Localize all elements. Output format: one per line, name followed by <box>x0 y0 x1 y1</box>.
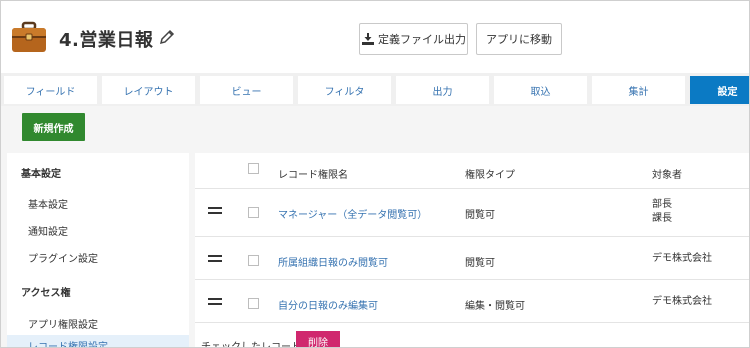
tab-view[interactable]: ビュー <box>200 76 293 104</box>
tab-field[interactable]: フィールド <box>4 76 97 104</box>
sidebar-group-basic: 基本設定 <box>21 169 61 180</box>
column-header-type: 権限タイプ <box>465 170 515 181</box>
select-all-checkbox[interactable] <box>248 163 259 174</box>
header: 4.営業日報 定義ファイル出力 アプリに移動 <box>1 1 749 73</box>
sidebar-item-app-permissions[interactable]: アプリ権限設定 <box>28 316 98 331</box>
row-checkbox[interactable] <box>248 255 259 266</box>
column-header-name: レコード権限名 <box>278 170 348 181</box>
drag-handle-icon[interactable] <box>208 298 222 306</box>
column-header-target: 対象者 <box>652 170 682 181</box>
tab-filter[interactable]: フィルタ <box>298 76 391 104</box>
tab-aggregate[interactable]: 集計 <box>592 76 685 104</box>
sidebar-item-notification-settings[interactable]: 通知設定 <box>28 223 68 238</box>
delete-button[interactable]: 削除 <box>296 331 340 347</box>
target-line: 部長 <box>652 199 672 210</box>
permission-type: 閲覧可 <box>465 210 495 221</box>
permission-target: デモ株式会社 <box>652 295 712 309</box>
tab-output[interactable]: 出力 <box>396 76 489 104</box>
drag-handle-icon[interactable] <box>208 255 222 263</box>
tab-bar: フィールド レイアウト ビュー フィルタ 出力 取込 集計 設定 <box>1 73 749 106</box>
permission-name-link[interactable]: 自分の日報のみ編集可 <box>278 297 378 312</box>
permission-name-link[interactable]: マネージャー（全データ閲覧可） <box>278 206 427 221</box>
app-frame: 4.営業日報 定義ファイル出力 アプリに移動 フィールド レイアウト ビュー フ… <box>0 0 750 348</box>
row-checkbox[interactable] <box>248 298 259 309</box>
new-create-button[interactable]: 新規作成 <box>22 113 85 141</box>
record-permission-table: レコード権限名 権限タイプ 対象者 マネージャー（全データ閲覧可） 閲覧可 部長… <box>195 153 749 347</box>
permission-type: 編集・閲覧可 <box>465 301 525 312</box>
pencil-icon[interactable] <box>158 28 176 46</box>
permission-target: デモ株式会社 <box>652 252 712 266</box>
table-row: 所属組織日報のみ閲覧可 閲覧可 デモ株式会社 <box>195 236 749 279</box>
table-row: 自分の日報のみ編集可 編集・閲覧可 デモ株式会社 <box>195 279 749 322</box>
export-definition-button[interactable]: 定義ファイル出力 <box>359 23 468 55</box>
tab-settings[interactable]: 設定 <box>690 76 749 104</box>
permission-target: 部長 課長 <box>652 198 672 226</box>
permission-name-link[interactable]: 所属組織日報のみ閲覧可 <box>278 254 388 269</box>
sidebar-item-label: レコード権限設定 <box>28 342 108 348</box>
target-line: デモ株式会社 <box>652 296 712 307</box>
table-row: マネージャー（全データ閲覧可） 閲覧可 部長 課長 <box>195 188 749 231</box>
sidebar-item-basic-settings[interactable]: 基本設定 <box>28 196 68 211</box>
export-label: 定義ファイル出力 <box>378 33 466 46</box>
app-title: 4.営業日報 <box>59 30 154 51</box>
target-line: 課長 <box>652 213 672 224</box>
download-icon <box>362 33 374 45</box>
move-to-app-button[interactable]: アプリに移動 <box>476 23 562 55</box>
drag-handle-icon[interactable] <box>208 207 222 215</box>
sidebar-item-plugin-settings[interactable]: プラグイン設定 <box>28 250 98 265</box>
permission-type: 閲覧可 <box>465 258 495 269</box>
settings-sidebar: 基本設定 基本設定 通知設定 プラグイン設定 アクセス権 アプリ権限設定 レコー… <box>7 153 189 348</box>
row-checkbox[interactable] <box>248 207 259 218</box>
sidebar-group-access: アクセス権 <box>21 288 71 299</box>
target-line: デモ株式会社 <box>652 253 712 264</box>
sidebar-item-record-permissions[interactable]: レコード権限設定 <box>7 335 189 348</box>
tab-layout[interactable]: レイアウト <box>102 76 195 104</box>
briefcase-icon <box>12 21 46 52</box>
tab-import[interactable]: 取込 <box>494 76 587 104</box>
